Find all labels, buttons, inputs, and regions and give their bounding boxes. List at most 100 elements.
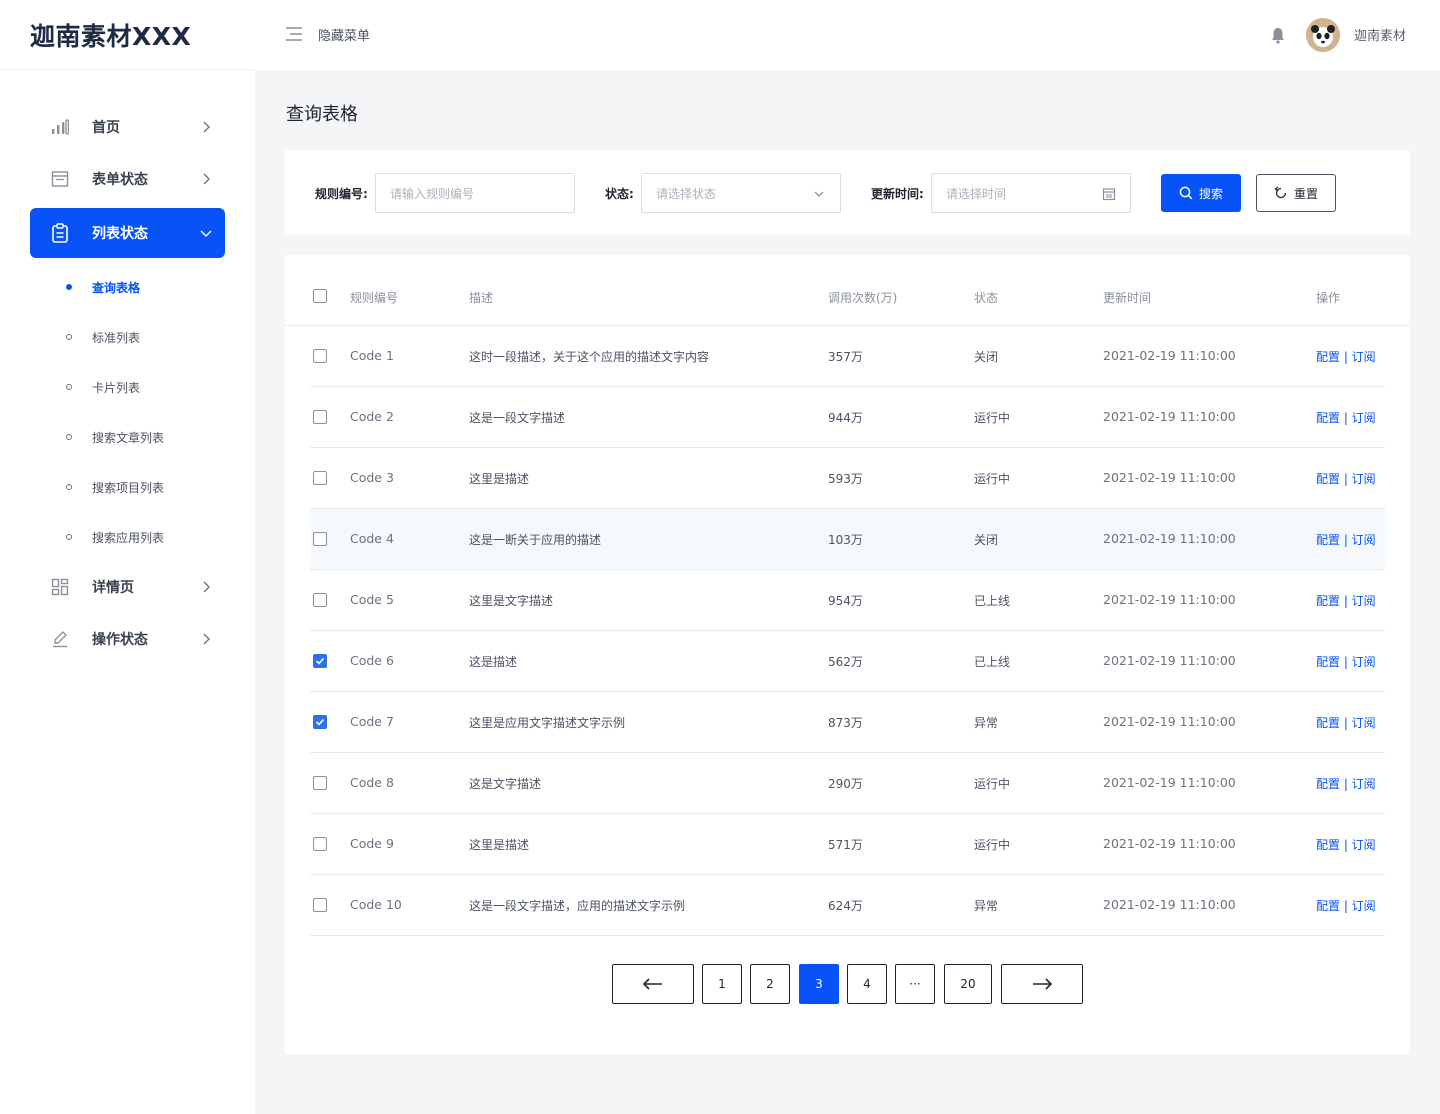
- update-time-picker[interactable]: 请选择时间: [931, 173, 1131, 213]
- rule-code: Code 1: [350, 348, 394, 363]
- row-actions-link[interactable]: 配置 | 订阅: [1316, 470, 1376, 487]
- prev-page-button[interactable]: [612, 964, 694, 1004]
- submenu-item-label: 搜索文章列表: [92, 430, 165, 445]
- column-header[interactable]: 描述: [469, 289, 493, 306]
- bell-icon[interactable]: [1269, 26, 1287, 44]
- update-time: 2021-02-19 11:10:00: [1103, 470, 1236, 485]
- table-row[interactable]: Code 4 这是一断关于应用的描述 103万 关闭 2021-02-19 11:10:…: [310, 509, 1385, 570]
- row-actions-link[interactable]: 配置 | 订阅: [1316, 775, 1376, 792]
- sidebar-item-operation-status[interactable]: 操作状态: [30, 614, 225, 664]
- sidebar-item-home[interactable]: 首页: [30, 102, 225, 152]
- row-actions-link[interactable]: 配置 | 订阅: [1316, 714, 1376, 731]
- table-row[interactable]: Code 5 这里是文字描述 954万 已上线 2021-02-19 11:10:00 配…: [310, 570, 1385, 631]
- check-icon: [315, 657, 325, 665]
- table-header: 规则编号 描述 调用次数(万) 状态 更新时间 操作: [285, 255, 1410, 326]
- reset-button-label: 重置: [1293, 186, 1318, 201]
- row-actions-link[interactable]: 配置 | 订阅: [1316, 409, 1376, 426]
- rule-number-input[interactable]: 请输入规则编号: [375, 173, 575, 213]
- row-checkbox[interactable]: [313, 349, 327, 363]
- row-actions-link[interactable]: 配置 | 订阅: [1316, 348, 1376, 365]
- page-button[interactable]: 20: [944, 964, 992, 1004]
- update-time: 2021-02-19 11:10:00: [1103, 348, 1236, 363]
- row-actions-link[interactable]: 配置 | 订阅: [1316, 653, 1376, 670]
- bullet-dot-icon: [66, 484, 72, 490]
- row-actions-link[interactable]: 配置 | 订阅: [1316, 592, 1376, 609]
- update-time: 2021-02-19 11:10:00: [1103, 775, 1236, 790]
- row-checkbox[interactable]: [313, 471, 327, 485]
- description: 这是一断关于应用的描述: [469, 533, 602, 547]
- table-row[interactable]: Code 2 这是一段文字描述 944万 运行中 2021-02-19 11:10:00…: [310, 387, 1385, 448]
- panda-avatar-icon: [1306, 18, 1340, 52]
- table-panel: 规则编号 描述 调用次数(万) 状态 更新时间 操作 Code 1 这时一段描述，…: [285, 255, 1410, 1054]
- row-actions-link[interactable]: 配置 | 订阅: [1316, 897, 1376, 914]
- row-checkbox[interactable]: [313, 837, 327, 851]
- description: 这是描述: [469, 655, 518, 669]
- page-button[interactable]: 1: [702, 964, 742, 1004]
- row-checkbox[interactable]: [313, 532, 327, 546]
- check-icon: [315, 718, 325, 726]
- rule-code: Code 9: [350, 836, 394, 851]
- search-button[interactable]: 搜索: [1161, 174, 1241, 212]
- submenu-item-standard-list[interactable]: 标准列表: [0, 312, 255, 362]
- table-row[interactable]: Code 1 这时一段描述，关于这个应用的描述文字内容 357万 关闭 2021-02-…: [310, 326, 1385, 387]
- status-text: 运行中: [974, 777, 1011, 791]
- table-row[interactable]: Code 8 这是文字描述 290万 运行中 2021-02-19 11:10:00 配置…: [310, 753, 1385, 814]
- sidebar-item-list-status[interactable]: 列表状态: [30, 208, 225, 258]
- column-header[interactable]: 状态: [974, 289, 998, 306]
- submenu-item-label: 搜索项目列表: [92, 480, 165, 495]
- avatar[interactable]: [1306, 18, 1340, 52]
- call-count: 571万: [828, 838, 863, 852]
- status-text: 异常: [974, 716, 999, 730]
- status-select[interactable]: 请选择状态: [641, 173, 841, 213]
- update-time-placeholder: 请选择时间: [946, 186, 1007, 201]
- page-button[interactable]: 2: [750, 964, 790, 1004]
- column-header[interactable]: 调用次数(万): [828, 289, 897, 306]
- username[interactable]: 迦南素材: [1354, 25, 1406, 44]
- table-row[interactable]: Code 6 这是描述 562万 已上线 2021-02-19 11:10:00 配置 |…: [310, 631, 1385, 692]
- status-text: 关闭: [974, 350, 999, 364]
- select-all-checkbox[interactable]: [313, 289, 327, 303]
- row-actions-link[interactable]: 配置 | 订阅: [1316, 531, 1376, 548]
- column-header[interactable]: 规则编号: [350, 289, 398, 306]
- column-header[interactable]: 更新时间: [1103, 289, 1151, 306]
- row-checkbox[interactable]: [313, 654, 327, 668]
- row-checkbox[interactable]: [313, 715, 327, 729]
- row-checkbox[interactable]: [313, 776, 327, 790]
- hide-menu-button[interactable]: 隐藏菜单: [318, 25, 370, 44]
- submenu-item-app-search[interactable]: 搜索应用列表: [0, 512, 255, 562]
- rule-number-placeholder: 请输入规则编号: [390, 186, 475, 201]
- page-button[interactable]: 4: [847, 964, 887, 1004]
- page-button[interactable]: 3: [799, 964, 839, 1004]
- submenu-item-query-table[interactable]: 查询表格: [0, 262, 255, 312]
- table-row[interactable]: Code 7 这里是应用文字描述文字示例 873万 异常 2021-02-19 11:1…: [310, 692, 1385, 753]
- submenu-item-article-search[interactable]: 搜索文章列表: [0, 412, 255, 462]
- sidebar-item-form-status[interactable]: 表单状态: [30, 154, 225, 204]
- row-checkbox[interactable]: [313, 898, 327, 912]
- call-count: 624万: [828, 899, 863, 913]
- menu-toggle-icon[interactable]: [285, 26, 303, 42]
- reset-button[interactable]: 重置: [1256, 174, 1336, 212]
- status-placeholder: 请选择状态: [656, 186, 717, 201]
- brand-logo[interactable]: 迦南素材XXX: [0, 0, 255, 70]
- row-actions-link[interactable]: 配置 | 订阅: [1316, 836, 1376, 853]
- table-row[interactable]: Code 10 这是一段文字描述，应用的描述文字示例 624万 异常 2021-02-1…: [310, 875, 1385, 936]
- row-checkbox[interactable]: [313, 593, 327, 607]
- table-row[interactable]: Code 3 这里是描述 593万 运行中 2021-02-19 11:10:00 配置 …: [310, 448, 1385, 509]
- table-row[interactable]: Code 9 这里是描述 571万 运行中 2021-02-19 11:10:00 配置 …: [310, 814, 1385, 875]
- top-header: 隐藏菜单 迦南素材: [255, 0, 1440, 70]
- status-text: 已上线: [974, 655, 1011, 669]
- call-count: 562万: [828, 655, 863, 669]
- description: 这里是应用文字描述文字示例: [469, 716, 626, 730]
- page-button[interactable]: ···: [895, 964, 935, 1004]
- column-header[interactable]: 操作: [1316, 289, 1340, 306]
- rule-code: Code 7: [350, 714, 394, 729]
- chevron-right-icon: [203, 581, 210, 593]
- rule-code: Code 2: [350, 409, 394, 424]
- row-checkbox[interactable]: [313, 410, 327, 424]
- description: 这里是文字描述: [469, 594, 554, 608]
- chevron-right-icon: [203, 633, 210, 645]
- submenu-item-card-list[interactable]: 卡片列表: [0, 362, 255, 412]
- submenu-item-project-search[interactable]: 搜索项目列表: [0, 462, 255, 512]
- next-page-button[interactable]: [1001, 964, 1083, 1004]
- sidebar-item-detail[interactable]: 详情页: [30, 562, 225, 612]
